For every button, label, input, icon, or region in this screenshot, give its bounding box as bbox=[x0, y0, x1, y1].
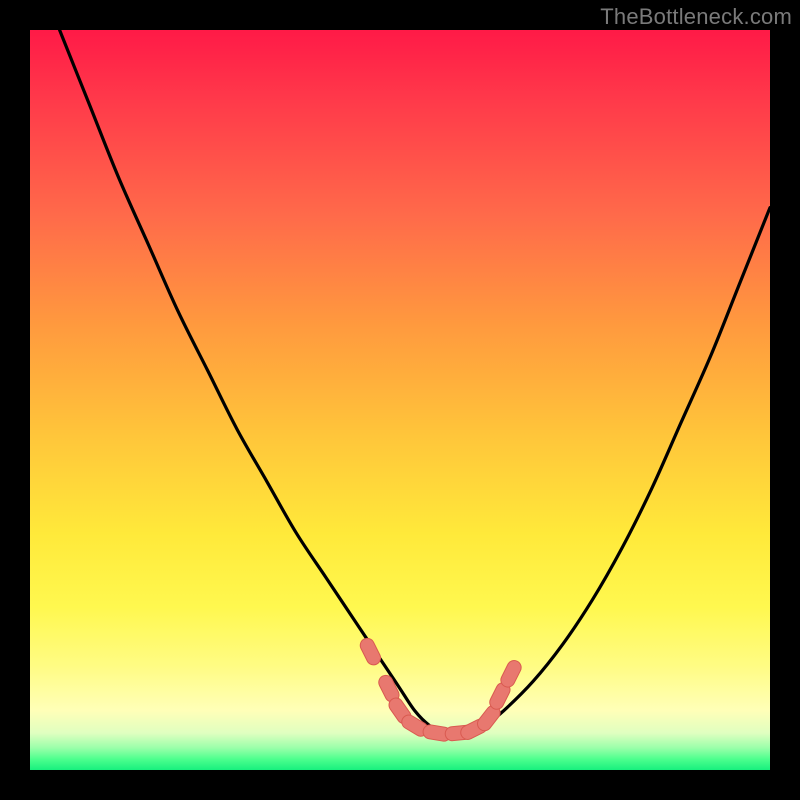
curve-markers bbox=[358, 636, 524, 742]
watermark-text: TheBottleneck.com bbox=[600, 4, 792, 30]
chart-frame: TheBottleneck.com bbox=[0, 0, 800, 800]
bottleneck-curve bbox=[60, 30, 770, 734]
plot-area bbox=[30, 30, 770, 770]
curve-marker bbox=[358, 636, 383, 667]
curve-marker bbox=[498, 658, 523, 689]
curve-layer bbox=[30, 30, 770, 770]
